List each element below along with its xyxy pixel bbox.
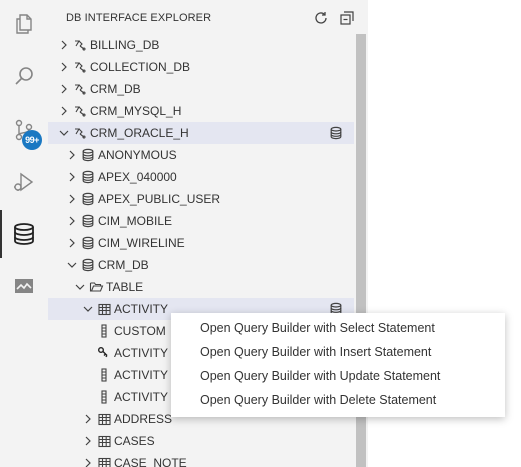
context-menu-item[interactable]: Open Query Builder with Delete Statement xyxy=(171,388,505,412)
tree-item-label: TABLE xyxy=(106,280,144,294)
tree-item[interactable]: BILLING_DB xyxy=(48,34,354,56)
chevron-right-icon[interactable] xyxy=(56,37,72,53)
notification-badge: 99+ xyxy=(22,130,42,150)
chevron-down-icon[interactable] xyxy=(56,125,72,141)
connection-icon xyxy=(72,81,88,97)
database-icon xyxy=(80,235,96,251)
tree-item-label: ACTIVITY xyxy=(114,368,169,382)
tree-item-label: CRM_ORACLE_H xyxy=(90,126,189,140)
tree-item[interactable]: CRM_MYSQL_H xyxy=(48,100,354,122)
run-debug-icon[interactable] xyxy=(0,158,48,206)
tree-item-label: ACTIVITY xyxy=(114,302,169,316)
tree-item[interactable]: CRM_DB xyxy=(48,78,354,100)
folder-open-icon xyxy=(88,279,104,295)
tree-item-label: COLLECTION_DB xyxy=(90,60,191,74)
collapse-all-icon[interactable] xyxy=(338,9,356,27)
database-icon xyxy=(80,257,96,273)
database-icon xyxy=(80,147,96,163)
column-icon xyxy=(96,389,112,405)
table-icon xyxy=(96,455,112,467)
refresh-icon[interactable] xyxy=(312,9,330,27)
tree-item[interactable]: CRM_ORACLE_H xyxy=(48,122,354,144)
tree-item[interactable]: APEX_040000 xyxy=(48,166,354,188)
context-menu-item[interactable]: Open Query Builder with Select Statement xyxy=(171,316,505,340)
database-icon xyxy=(80,213,96,229)
connection-icon xyxy=(72,103,88,119)
connection-icon xyxy=(72,59,88,75)
tree-item-label: ADDRESS xyxy=(114,412,173,426)
column-icon xyxy=(96,323,112,339)
tree-item-label: CRM_MYSQL_H xyxy=(90,104,182,118)
tree-item[interactable]: TABLE xyxy=(48,276,354,298)
activity-bar: 99+ xyxy=(0,0,48,467)
context-menu-item[interactable]: Open Query Builder with Insert Statement xyxy=(171,340,505,364)
chevron-right-icon[interactable] xyxy=(56,103,72,119)
tree-item-label: ACTIVITY xyxy=(114,390,169,404)
chevron-right-icon[interactable] xyxy=(80,455,96,467)
context-menu-item[interactable]: Open Query Builder with Update Statement xyxy=(171,364,505,388)
tree-item[interactable]: ANONYMOUS xyxy=(48,144,354,166)
column-icon xyxy=(96,367,112,383)
database-icon xyxy=(80,169,96,185)
chevron-down-icon[interactable] xyxy=(72,279,88,295)
table-icon xyxy=(96,411,112,427)
tree-item-label: CASES xyxy=(114,434,155,448)
chevron-right-icon[interactable] xyxy=(80,433,96,449)
tree-item-label: CASE_NOTE xyxy=(114,456,187,467)
chevron-right-icon[interactable] xyxy=(64,147,80,163)
chevron-down-icon[interactable] xyxy=(80,301,96,317)
chevron-down-icon[interactable] xyxy=(64,257,80,273)
table-icon xyxy=(96,301,112,317)
tree-item-label: ACTIVITY xyxy=(114,346,169,360)
tree-item[interactable]: APEX_PUBLIC_USER xyxy=(48,188,354,210)
tree-item[interactable]: CASE_NOTE xyxy=(48,452,354,467)
tree-item[interactable]: COLLECTION_DB xyxy=(48,56,354,78)
tree-item-label: ANONYMOUS xyxy=(98,148,177,162)
tree-item[interactable]: CIM_WIRELINE xyxy=(48,232,354,254)
files-icon[interactable] xyxy=(0,0,48,48)
chevron-right-icon[interactable] xyxy=(56,81,72,97)
connect-database-icon[interactable] xyxy=(328,125,344,141)
tree-item[interactable]: CASES xyxy=(48,430,354,452)
sidebar-title: DB INTERFACE EXPLORER xyxy=(66,12,212,24)
database-icon xyxy=(80,191,96,207)
chevron-right-icon[interactable] xyxy=(64,169,80,185)
chevron-right-icon[interactable] xyxy=(64,213,80,229)
tree-item[interactable]: CIM_MOBILE xyxy=(48,210,354,232)
tree-item[interactable]: CRM_DB xyxy=(48,254,354,276)
connection-icon xyxy=(72,37,88,53)
tree-item-label: BILLING_DB xyxy=(90,38,160,52)
key-icon xyxy=(96,345,112,361)
sidebar-header: DB INTERFACE EXPLORER xyxy=(48,0,368,34)
tree-item-label: APEX_PUBLIC_USER xyxy=(98,192,221,206)
chevron-right-icon[interactable] xyxy=(56,59,72,75)
table-icon xyxy=(96,433,112,449)
chevron-right-icon[interactable] xyxy=(64,235,80,251)
database-icon[interactable] xyxy=(0,210,48,258)
context-menu: Open Query Builder with Select Statement… xyxy=(171,313,505,417)
tree-item-label: CIM_WIRELINE xyxy=(98,236,185,250)
chevron-right-icon[interactable] xyxy=(64,191,80,207)
tree-item-label: CRM_DB xyxy=(98,258,149,272)
tree-item-label: CRM_DB xyxy=(90,82,141,96)
connection-icon xyxy=(72,125,88,141)
search-icon[interactable] xyxy=(0,52,48,100)
chevron-right-icon[interactable] xyxy=(80,411,96,427)
tree-item-label: CUSTOM xyxy=(114,324,166,338)
tree-item-label: APEX_040000 xyxy=(98,170,177,184)
chart-icon[interactable] xyxy=(0,262,48,310)
tree-item-label: CIM_MOBILE xyxy=(98,214,173,228)
